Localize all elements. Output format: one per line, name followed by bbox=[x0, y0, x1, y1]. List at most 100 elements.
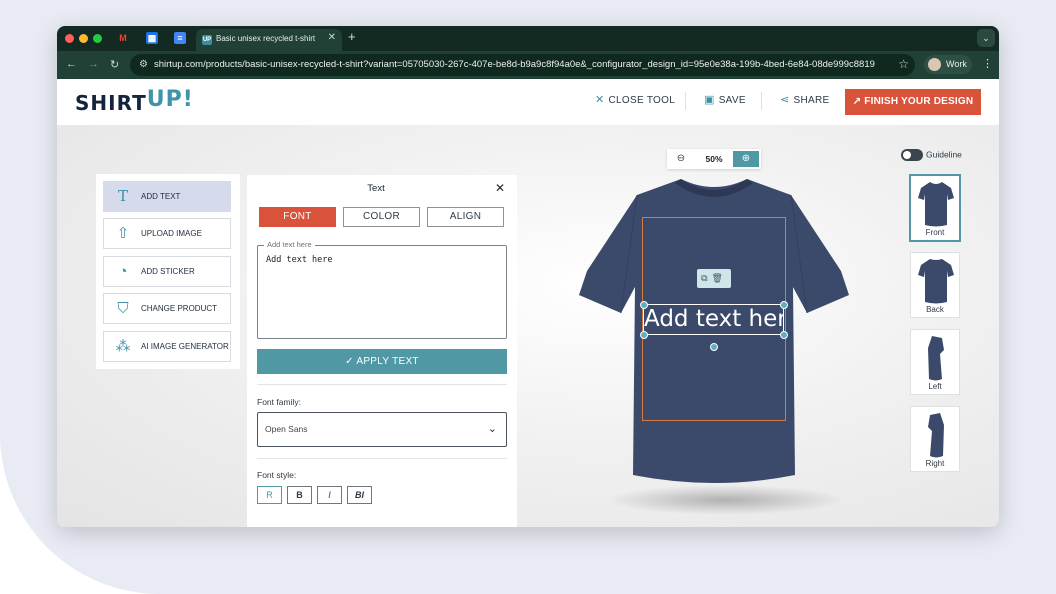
tool-ai-image-generator[interactable]: ⁂ AI IMAGE GENERATOR bbox=[103, 331, 231, 362]
font-family-value: Open Sans bbox=[265, 424, 308, 434]
resize-handle[interactable] bbox=[780, 331, 788, 339]
finish-label: FINISH YOUR DESIGN bbox=[864, 96, 974, 107]
divider bbox=[685, 92, 686, 110]
maximize-window-dot[interactable] bbox=[93, 34, 102, 43]
tool-change-product[interactable]: ⛉ CHANGE PRODUCT bbox=[103, 293, 231, 324]
view-right[interactable]: Right bbox=[910, 406, 960, 472]
share-label: SHARE bbox=[793, 95, 830, 106]
close-tool-button[interactable]: ✕ CLOSE TOOL bbox=[595, 93, 675, 106]
font-family-label: Font family: bbox=[257, 397, 301, 407]
text-icon: T bbox=[117, 187, 128, 205]
profile-label: Work bbox=[946, 59, 967, 69]
upload-icon: ⇧ bbox=[116, 225, 130, 242]
font-style-label: Font style: bbox=[257, 470, 297, 480]
tool-label: CHANGE PRODUCT bbox=[141, 304, 218, 313]
view-label: Front bbox=[925, 228, 945, 237]
apply-text-button[interactable]: ✓ APPLY TEXT bbox=[257, 349, 507, 374]
calendar-icon[interactable]: ▦ bbox=[146, 32, 158, 44]
zoom-in-icon[interactable]: ⊕ bbox=[733, 151, 759, 167]
new-tab-icon[interactable]: + bbox=[348, 29, 356, 44]
tab-align[interactable]: ALIGN bbox=[427, 207, 504, 227]
sticker-icon: ◔ bbox=[118, 263, 128, 280]
tool-label: ADD STICKER bbox=[141, 267, 195, 276]
zoom-out-icon[interactable]: ⊖ bbox=[669, 151, 693, 167]
tool-add-sticker[interactable]: ◔ ADD STICKER bbox=[103, 256, 231, 287]
profile-button[interactable]: Work bbox=[924, 55, 972, 74]
resize-handle[interactable] bbox=[640, 301, 648, 309]
browser-menu-icon[interactable]: ⋮ bbox=[982, 57, 993, 70]
magic-wand-icon: ⁂ bbox=[115, 338, 131, 355]
close-tool-label: CLOSE TOOL bbox=[608, 95, 676, 106]
forms-icon[interactable]: ≡ bbox=[174, 32, 186, 44]
guideline-toggle[interactable]: Guideline bbox=[901, 149, 962, 161]
tab-close-icon[interactable]: ✕ bbox=[328, 32, 336, 43]
tab-color[interactable]: COLOR bbox=[343, 207, 420, 227]
site-info-icon[interactable]: ⚙ bbox=[139, 59, 148, 70]
view-label: Right bbox=[925, 459, 945, 468]
shirt-shadow bbox=[605, 485, 845, 515]
save-label: SAVE bbox=[718, 95, 746, 106]
back-icon[interactable]: ← bbox=[66, 58, 77, 70]
text-input-value[interactable]: Add text here bbox=[266, 255, 333, 265]
divider bbox=[761, 92, 762, 110]
style-bold-italic-button[interactable]: BI bbox=[347, 486, 372, 504]
tool-label: ADD TEXT bbox=[141, 192, 181, 201]
tab-title: Basic unisex recycled t-shirt bbox=[216, 34, 316, 43]
minimize-window-dot[interactable] bbox=[79, 34, 88, 43]
logo-main: SHIRT bbox=[75, 91, 147, 115]
text-input-field[interactable]: Add text here Add text here bbox=[257, 240, 507, 339]
style-italic-button[interactable]: I bbox=[317, 486, 342, 504]
tool-menu: T ADD TEXT ⇧ UPLOAD IMAGE ◔ ADD STICKER … bbox=[96, 174, 240, 369]
tab-font[interactable]: FONT bbox=[259, 207, 336, 227]
tab-strip: M ▦ ≡ UP Basic unisex recycled t-shirt ✕… bbox=[57, 26, 999, 51]
zoom-control: ⊖ 50% ⊕ bbox=[667, 149, 761, 169]
view-front[interactable]: Front bbox=[910, 175, 960, 241]
tshirt-right-thumbnail-icon bbox=[928, 413, 944, 458]
close-icon: ✕ bbox=[595, 94, 605, 106]
reload-icon[interactable]: ↻ bbox=[110, 58, 119, 71]
duplicate-icon[interactable]: ⧉ bbox=[701, 273, 711, 283]
share-button[interactable]: ⋖ SHARE bbox=[780, 93, 829, 106]
bookmark-star-icon[interactable]: ☆ bbox=[898, 57, 909, 71]
panel-title: Text bbox=[367, 183, 385, 194]
logo[interactable]: SHIRTUP! bbox=[75, 87, 194, 116]
trash-icon[interactable]: 🗑 bbox=[712, 273, 727, 283]
font-family-select[interactable]: Open Sans ⌄ bbox=[257, 412, 507, 447]
text-panel: Text ✕ FONT COLOR ALIGN Add text here Ad… bbox=[247, 175, 517, 527]
zoom-level: 50% bbox=[705, 154, 723, 164]
finish-design-button[interactable]: ↗ FINISH YOUR DESIGN bbox=[845, 89, 981, 115]
rotate-handle[interactable] bbox=[710, 343, 718, 351]
close-window-dot[interactable] bbox=[65, 34, 74, 43]
url-bar[interactable]: ⚙ shirtup.com/products/basic-unisex-recy… bbox=[130, 54, 915, 76]
tab-search-chevron-icon[interactable]: ⌄ bbox=[977, 29, 995, 47]
address-toolbar: ← → ↻ ⚙ shirtup.com/products/basic-unise… bbox=[57, 51, 999, 79]
avatar bbox=[928, 58, 941, 71]
shirtup-favicon-icon: UP bbox=[202, 35, 212, 45]
save-button[interactable]: ▣ SAVE bbox=[704, 93, 746, 106]
gmail-icon[interactable]: M bbox=[117, 32, 129, 44]
tool-upload-image[interactable]: ⇧ UPLOAD IMAGE bbox=[103, 218, 231, 249]
tool-label: UPLOAD IMAGE bbox=[141, 229, 202, 238]
tool-add-text[interactable]: T ADD TEXT bbox=[103, 181, 231, 212]
view-label: Back bbox=[926, 305, 944, 314]
resize-handle[interactable] bbox=[640, 331, 648, 339]
style-bold-button[interactable]: B bbox=[287, 486, 312, 504]
forward-icon[interactable]: → bbox=[88, 58, 99, 70]
tab-active[interactable]: UP Basic unisex recycled t-shirt ✕ bbox=[196, 29, 342, 51]
toggle-switch[interactable] bbox=[901, 149, 923, 161]
view-left[interactable]: Left bbox=[910, 329, 960, 395]
share-icon: ⋖ bbox=[780, 94, 790, 106]
save-icon: ▣ bbox=[704, 94, 715, 106]
check-icon: ✓ bbox=[345, 356, 357, 367]
design-stage: T ADD TEXT ⇧ UPLOAD IMAGE ◔ ADD STICKER … bbox=[57, 125, 999, 527]
view-label: Left bbox=[928, 382, 942, 391]
text-input-legend: Add text here bbox=[264, 240, 315, 249]
resize-handle[interactable] bbox=[780, 301, 788, 309]
arrow-up-right-icon: ↗ bbox=[852, 96, 865, 107]
style-regular-button[interactable]: R bbox=[257, 486, 282, 504]
view-back[interactable]: Back bbox=[910, 252, 960, 318]
panel-close-icon[interactable]: ✕ bbox=[495, 181, 505, 195]
tshirt-front-thumbnail-icon bbox=[918, 182, 954, 227]
guideline-label: Guideline bbox=[926, 149, 962, 160]
design-text-element[interactable]: Add text here bbox=[643, 304, 784, 335]
